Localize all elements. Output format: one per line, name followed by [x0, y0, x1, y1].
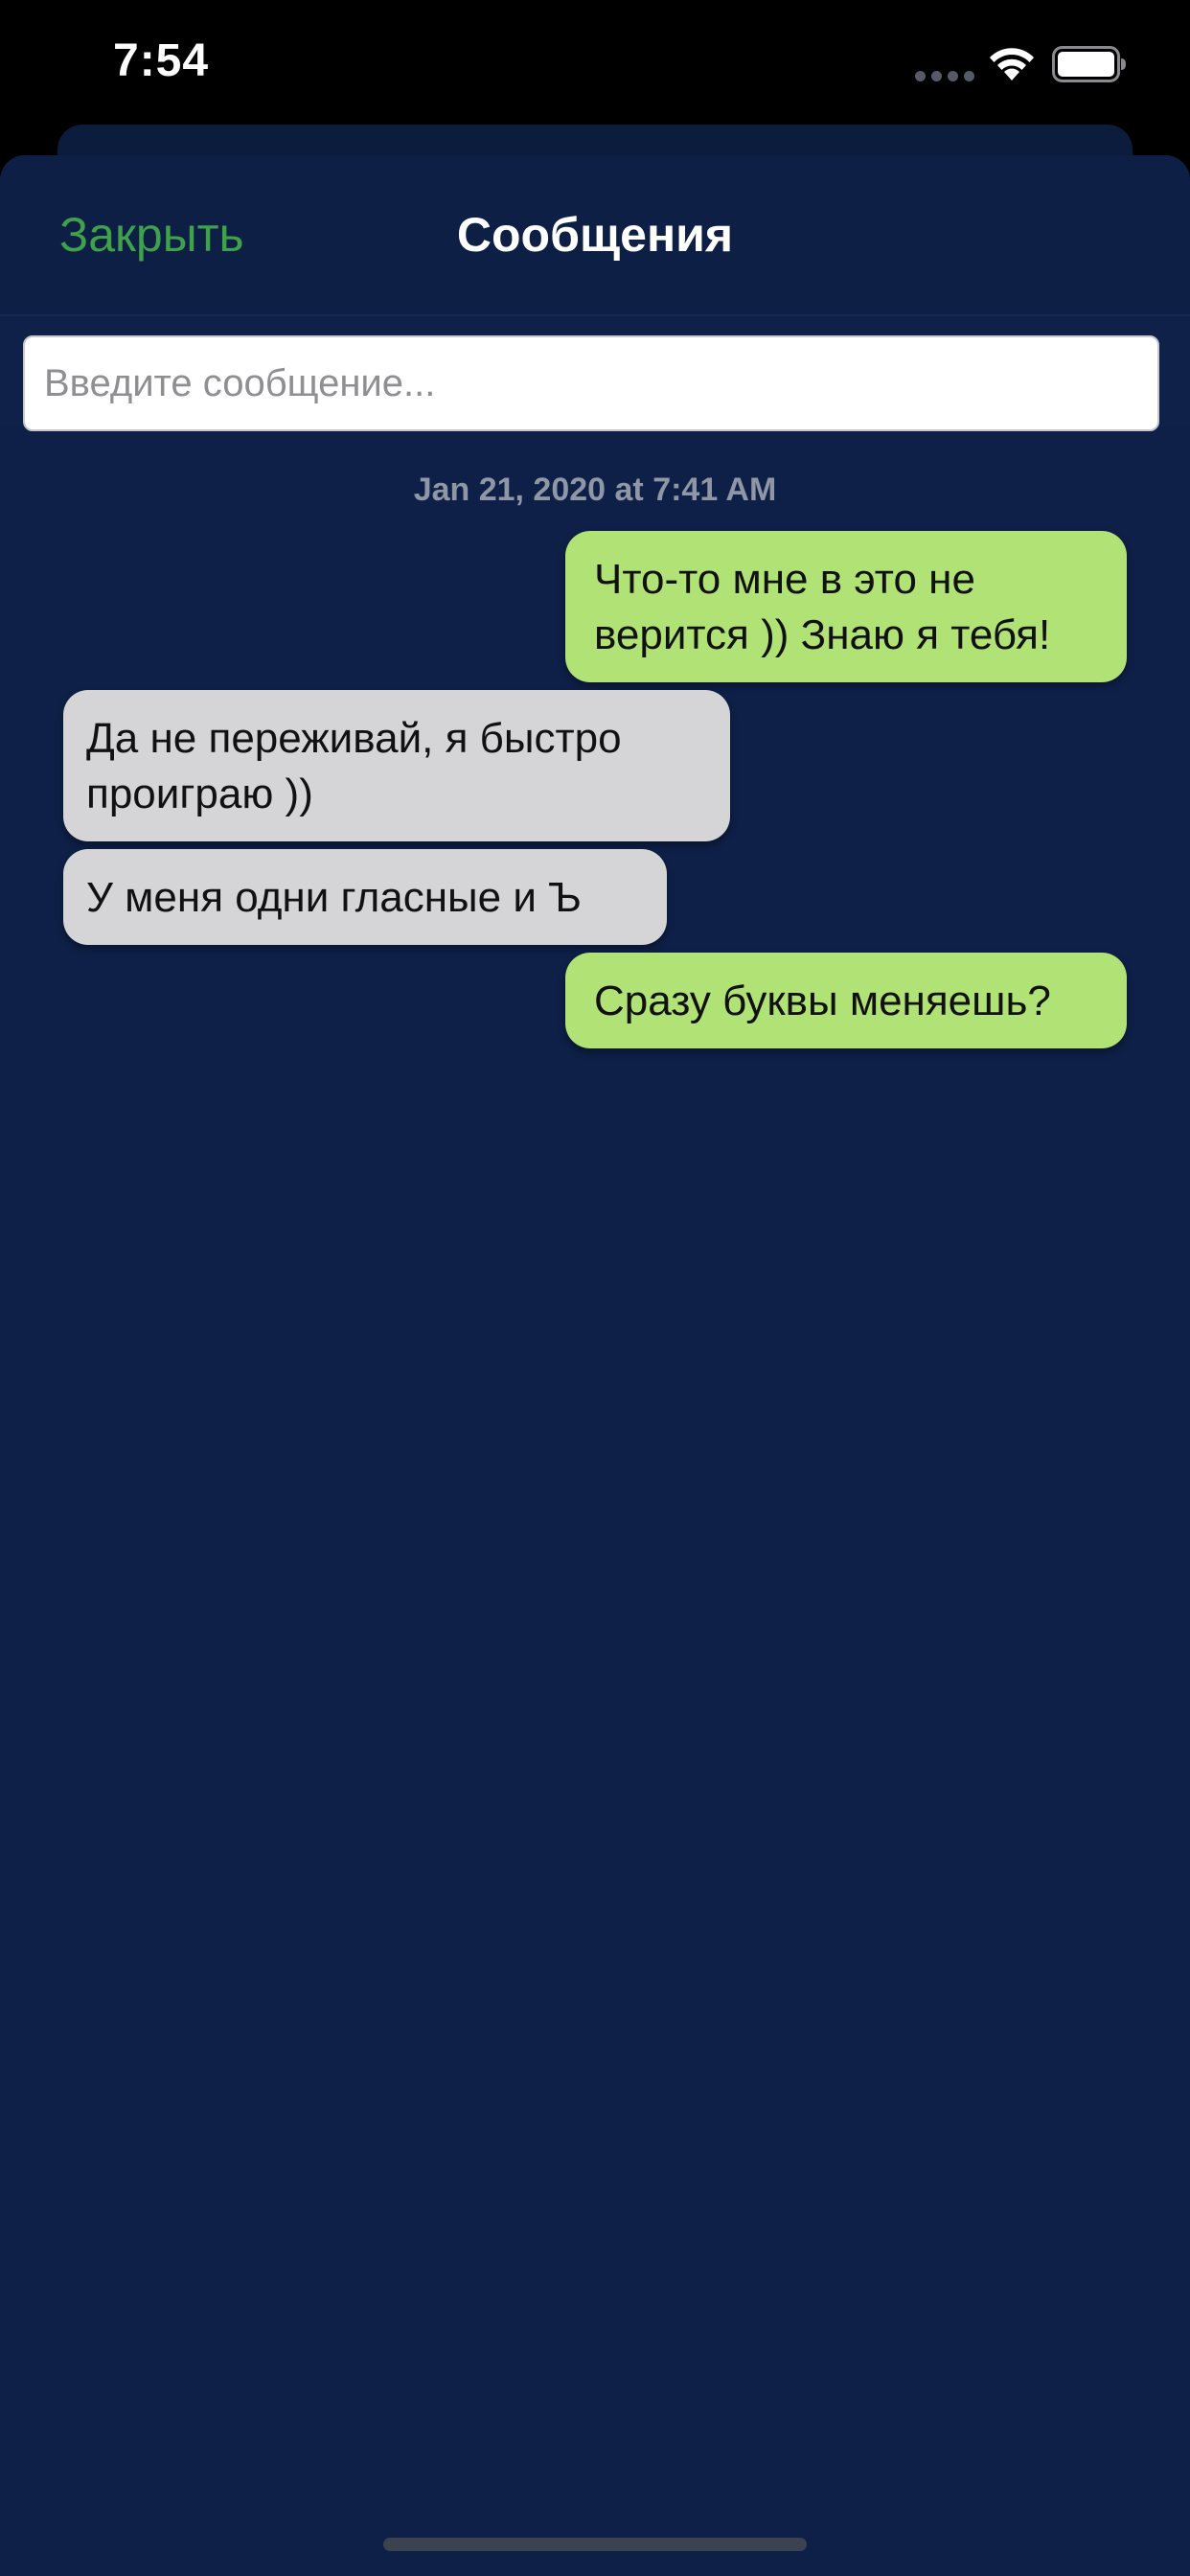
message-input[interactable]: [23, 335, 1159, 431]
status-time: 7:54: [113, 35, 210, 86]
battery-icon: [1052, 46, 1126, 82]
status-bar: 7:54: [0, 0, 1190, 125]
message-bubble-outgoing: Что-то мне в это не верится )) Знаю я те…: [565, 531, 1127, 682]
message-bubble-incoming: Да не переживай, я быстро проиграю )): [63, 690, 730, 841]
signal-dots-icon: [915, 71, 974, 81]
wifi-icon: [990, 48, 1034, 80]
close-button[interactable]: Закрыть: [59, 207, 244, 263]
navigation-bar: Сообщения Закрыть: [0, 155, 1190, 316]
conversation-timestamp: Jan 21, 2020 at 7:41 AM: [413, 472, 777, 508]
message-bubble-incoming: У меня одни гласные и Ъ: [63, 849, 667, 945]
message-bubble-outgoing: Сразу буквы меняешь?: [565, 953, 1127, 1048]
home-indicator[interactable]: [383, 2538, 807, 2551]
messages-sheet: Сообщения Закрыть Jan 21, 2020 at 7:41 A…: [0, 155, 1190, 2576]
